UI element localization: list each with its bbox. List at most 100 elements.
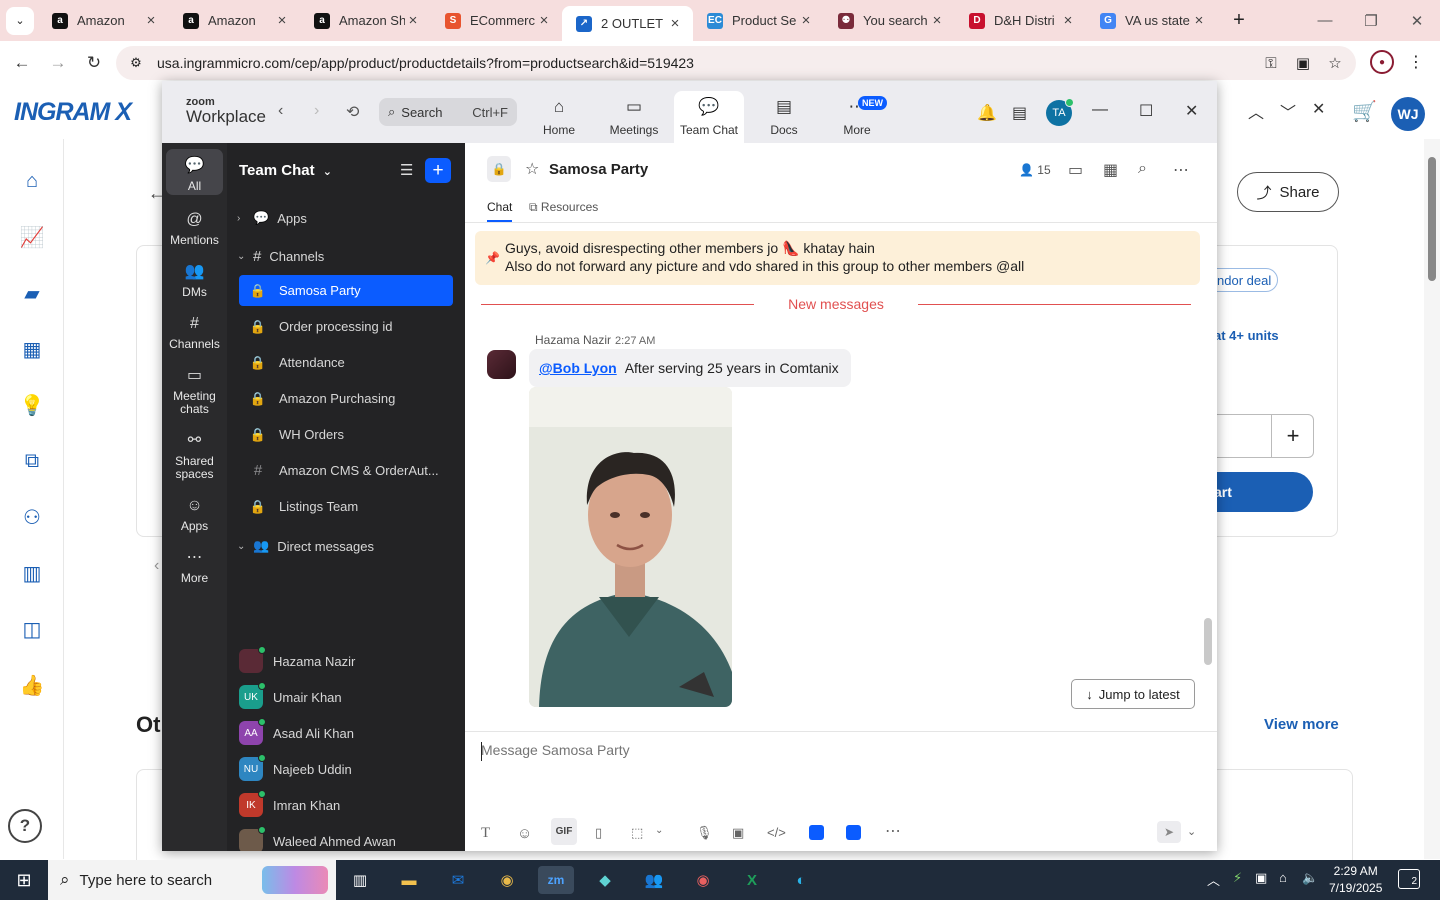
tab-close-icon[interactable]: × <box>929 12 945 29</box>
chat-scrollbar[interactable] <box>1204 618 1212 665</box>
rail-item-shared-spaces[interactable]: ⚯ Shared spaces <box>166 424 223 480</box>
tab-close-icon[interactable]: × <box>1060 12 1076 29</box>
dm-item[interactable]: IK Imran Khan <box>239 790 340 820</box>
channel-item[interactable]: 🔒 Listings Team <box>239 491 453 522</box>
file-explorer-icon[interactable]: ▬ <box>391 866 427 894</box>
apps-section[interactable]: › 💬 Apps <box>237 210 307 226</box>
send-icon[interactable]: ➤ <box>1157 821 1181 843</box>
page-scrollbar[interactable] <box>1424 139 1440 859</box>
teams-icon[interactable]: 👥 <box>636 866 672 894</box>
rail-item-more[interactable]: ⋯ More <box>166 541 223 585</box>
channel-item[interactable]: 🔒 WH Orders <box>239 419 453 450</box>
channel-item[interactable]: 🔒 Order processing id <box>239 311 453 342</box>
password-key-icon[interactable]: ⚿ <box>1260 52 1282 74</box>
search-icon[interactable]: ⌕ <box>1138 160 1147 178</box>
tab-close-icon[interactable]: × <box>405 12 421 29</box>
forward-icon[interactable]: → <box>40 45 76 81</box>
layers-icon[interactable]: ⧉ <box>18 447 46 475</box>
channel-item[interactable]: 🔒 Amazon Purchasing <box>239 383 453 414</box>
browser-tab[interactable]: ⚉ You search × <box>824 0 955 41</box>
filter-icon[interactable]: ☰ <box>400 161 413 179</box>
page-scrollbar-thumb[interactable] <box>1428 157 1436 281</box>
ingram-logo[interactable]: INGRAM X <box>14 98 132 127</box>
tab-close-icon[interactable]: × <box>798 12 814 29</box>
video-message-icon[interactable]: ▣ <box>732 825 744 841</box>
restore-icon[interactable]: ❐ <box>1348 0 1394 41</box>
rail-item-mentions[interactable]: @ Mentions <box>166 203 223 247</box>
message-input[interactable] <box>481 742 1181 758</box>
reader-icon[interactable]: ▣ <box>1292 52 1314 74</box>
channel-item[interactable]: 🔒 Attendance <box>239 347 453 378</box>
code-snippet-icon[interactable]: </> <box>767 825 786 840</box>
volume-icon[interactable]: 🔈 <box>1302 870 1318 886</box>
zoom-close-icon[interactable]: ✕ <box>1185 101 1198 121</box>
video-call-icon[interactable]: ▭ <box>1068 160 1083 180</box>
rail-item-all[interactable]: 💬 All <box>166 149 223 195</box>
browser-menu-icon[interactable]: ⋮ <box>1408 52 1424 72</box>
more-tools-icon[interactable]: ⋯ <box>885 821 901 841</box>
browser-tab[interactable]: EC Product Se × <box>693 0 824 41</box>
app-integration-icon[interactable] <box>809 825 824 840</box>
browser-tab[interactable]: ↗ 2 OUTLET D× <box>562 6 693 41</box>
notification-center-icon[interactable]: 2 <box>1398 869 1420 889</box>
quantity-increment-button[interactable]: + <box>1271 414 1314 458</box>
chrome-profile-icon[interactable]: ◉ <box>685 866 721 894</box>
chevron-up-icon[interactable]: ︿ <box>1248 99 1264 123</box>
wifi-icon[interactable]: ⌂ <box>1279 870 1287 885</box>
bag-icon[interactable]: ◫ <box>18 615 46 643</box>
url-text[interactable]: usa.ingrammicro.com/cep/app/product/prod… <box>157 55 694 71</box>
dm-item[interactable]: AA Asad Ali Khan <box>239 718 354 748</box>
nav-forward-icon[interactable]: › <box>314 102 319 120</box>
text-format-icon[interactable]: T <box>481 825 490 842</box>
sender-avatar[interactable] <box>487 350 516 379</box>
analytics-icon[interactable]: 📈 <box>18 223 46 251</box>
calendar-icon[interactable]: ▦ <box>1103 160 1118 180</box>
products-icon[interactable]: ▰ <box>18 279 46 307</box>
tab-chat[interactable]: Chat <box>487 200 513 222</box>
outlook-icon[interactable]: ✉ <box>440 866 476 894</box>
catalog-icon[interactable]: ▦ <box>18 335 46 363</box>
browser-tab[interactable]: D D&H Distri × <box>955 0 1086 41</box>
shared-photo[interactable] <box>529 387 732 707</box>
tab-close-icon[interactable]: × <box>1191 12 1207 29</box>
browser-tab[interactable]: a Amazon × <box>38 0 169 41</box>
support-icon[interactable]: ⚇ <box>18 503 46 531</box>
gif-icon[interactable]: GIF <box>551 818 577 845</box>
tray-app-icon[interactable]: ⚡ <box>1233 870 1242 886</box>
browser-profile-icon[interactable]: ● <box>1370 50 1394 74</box>
zoom-tab-meetings[interactable]: ▭ Meetings <box>599 91 669 143</box>
dm-section[interactable]: ⌄ 👥 Direct messages <box>237 538 374 554</box>
more-options-icon[interactable]: ⋯ <box>1173 160 1189 180</box>
taskbar-search[interactable]: ⌕ Type here to search <box>48 860 336 900</box>
tab-close-icon[interactable]: × <box>274 12 290 29</box>
minimize-icon[interactable]: — <box>1302 0 1348 41</box>
browser-tab[interactable]: a Amazon × <box>169 0 300 41</box>
new-tab-button[interactable]: + <box>1225 7 1253 35</box>
chevron-down-icon[interactable]: ﹀ <box>1280 99 1296 123</box>
thumbs-up-icon[interactable]: 👍 <box>18 671 46 699</box>
dm-item[interactable]: Waleed Ahmed Awan <box>239 826 396 851</box>
windows-start-icon[interactable]: ⊞ <box>0 860 48 900</box>
ideas-icon[interactable]: 💡 <box>18 391 46 419</box>
browser-tab[interactable]: a Amazon Sh × <box>300 0 431 41</box>
chat-title[interactable]: Samosa Party <box>549 161 648 178</box>
pinned-message[interactable]: 📌 Guys, avoid disrespecting other member… <box>475 231 1200 285</box>
close-icon[interactable]: ✕ <box>1394 0 1440 41</box>
carousel-prev-icon[interactable]: ‹ <box>154 557 159 575</box>
tray-chevron-icon[interactable]: ︿ <box>1207 870 1220 889</box>
dm-item[interactable]: UK Umair Khan <box>239 682 342 712</box>
share-button[interactable]: ⤴ Share <box>1237 172 1339 212</box>
zoom-tab-docs[interactable]: ▤ Docs <box>749 91 819 143</box>
close-icon[interactable]: ✕ <box>1312 99 1325 123</box>
rail-item-channels[interactable]: # Channels <box>166 307 223 351</box>
file-icon[interactable]: ▯ <box>595 825 602 841</box>
app-integration-icon[interactable] <box>846 825 861 840</box>
tab-close-icon[interactable]: × <box>667 15 683 32</box>
excel-icon[interactable]: X <box>734 866 770 894</box>
emoji-icon[interactable]: ☺ <box>517 825 532 842</box>
browser-tab[interactable]: S ECommerc × <box>431 0 562 41</box>
browser-tab[interactable]: G VA us state × <box>1086 0 1217 41</box>
team-chat-header[interactable]: Team Chat ⌄ <box>239 162 332 179</box>
channel-item[interactable]: # Amazon CMS & OrderAut... <box>239 455 453 486</box>
send-options-icon[interactable]: ⌄ <box>1187 825 1196 838</box>
